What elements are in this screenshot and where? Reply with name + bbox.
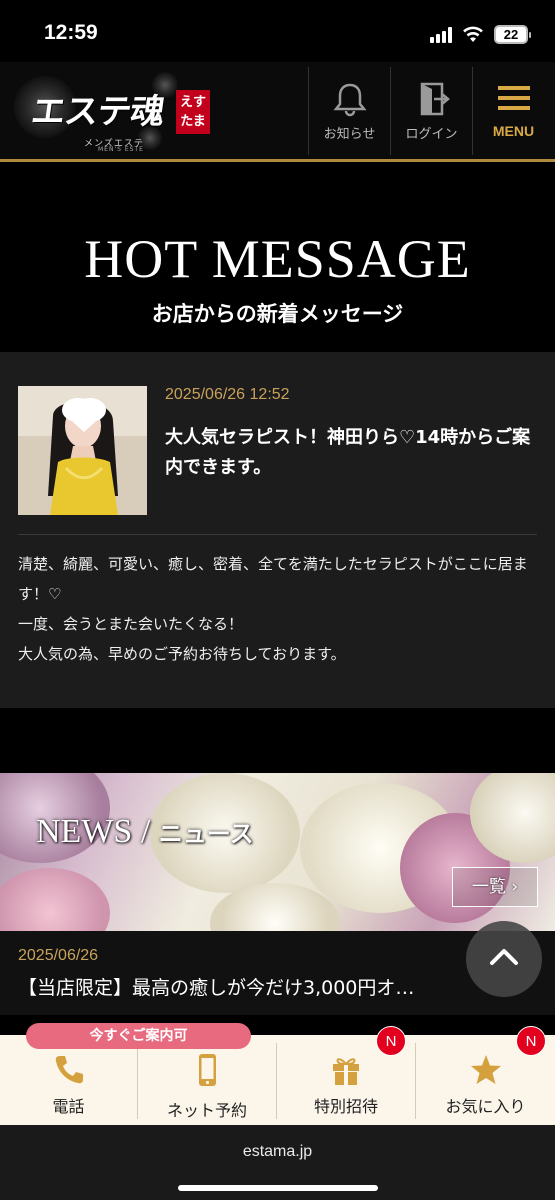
news-title-separator: / [132, 813, 159, 850]
message-date: 2025/06/26 12:52 [165, 386, 290, 403]
logo-badge: えす たま [176, 90, 210, 134]
site-logo[interactable]: エステ魂 えす たま メンズエステ MEN'S ESTE [14, 72, 214, 154]
url-text[interactable]: estama.jp [0, 1143, 555, 1161]
therapist-photo-image [18, 386, 147, 515]
special-invitation-label: 特別招待 [313, 1097, 378, 1116]
new-badge: N [516, 1026, 546, 1056]
net-reservation-label: ネット予約 [166, 1101, 247, 1120]
favorites-label: お気に入り [445, 1097, 526, 1116]
news-view-all-button[interactable]: 一覧 › [452, 867, 538, 907]
availability-badge: 今すぐご案内可 [26, 1023, 251, 1049]
menu-label: MENU [492, 123, 535, 139]
new-badge: N [376, 1026, 406, 1056]
divider [18, 534, 537, 535]
login-button[interactable]: ログイン [390, 67, 472, 155]
hamburger-icon [497, 86, 530, 110]
notifications-label: お知らせ [323, 127, 376, 142]
wifi-icon [463, 26, 483, 42]
rose-decoration [0, 868, 110, 931]
login-label: ログイン [405, 127, 458, 142]
login-door-icon [420, 82, 450, 116]
cellular-signal-icon [430, 27, 456, 43]
browser-url-bar: estama.jp [0, 1125, 555, 1200]
news-title-jp: ニュース [158, 819, 254, 848]
home-indicator[interactable] [178, 1185, 378, 1191]
message-body-line: 清楚、綺麗、可愛い、癒し、密着、全てを満たしたセラピストがここに居ます！♡ [18, 555, 528, 603]
menu-button[interactable]: MENU [472, 67, 554, 155]
news-title-en: NEWS [36, 813, 133, 850]
phone-label: 電話 [52, 1097, 85, 1116]
message-body-line: 大人気の為、早めのご予約お待ちしております。 [18, 645, 346, 663]
phone-icon [55, 1056, 83, 1084]
site-header: エステ魂 えす たま メンズエステ MEN'S ESTE お知らせ ログイン M… [0, 62, 555, 162]
notifications-button[interactable]: お知らせ [308, 67, 390, 155]
logo-badge-line1: えす [179, 95, 206, 110]
chevron-up-icon [490, 949, 518, 965]
status-bar: 12:59 22 [0, 0, 555, 62]
logo-text: エステ魂 [28, 92, 167, 132]
news-headline[interactable]: 【当店限定】最高の癒しが今だけ3,000円オ… [18, 973, 488, 1000]
news-banner: NEWS / ニュース 一覧 › [0, 773, 555, 931]
message-body-line: 一度、会うとまた会いたくなる！ [18, 615, 244, 633]
scroll-to-top-button[interactable] [466, 921, 542, 997]
logo-badge-line2: たま [180, 114, 206, 129]
message-card[interactable]: 2025/06/26 12:52 大人気セラピスト！神田りら♡14時からご案内で… [0, 352, 555, 708]
smartphone-icon [199, 1054, 216, 1086]
message-body: 清楚、綺麗、可愛い、癒し、密着、全てを満たしたセラピストがここに居ます！♡ 一度… [18, 549, 542, 669]
news-date: 2025/06/26 [18, 947, 99, 964]
bell-icon [332, 83, 367, 117]
hot-message-title: HOT MESSAGE [84, 229, 471, 289]
news-title: NEWS / ニュース [36, 813, 254, 851]
star-icon [470, 1055, 501, 1084]
hot-message-subtitle: お店からの新着メッセージ [151, 301, 404, 326]
message-headline[interactable]: 大人気セラピスト！神田りら♡14時からご案内できます。 [165, 423, 537, 483]
logo-subtitle-en: MEN'S ESTE [98, 146, 144, 153]
battery-icon: 22 [494, 25, 531, 44]
gift-icon [333, 1058, 359, 1085]
therapist-photo[interactable] [18, 386, 147, 515]
status-time: 12:59 [44, 21, 98, 44]
